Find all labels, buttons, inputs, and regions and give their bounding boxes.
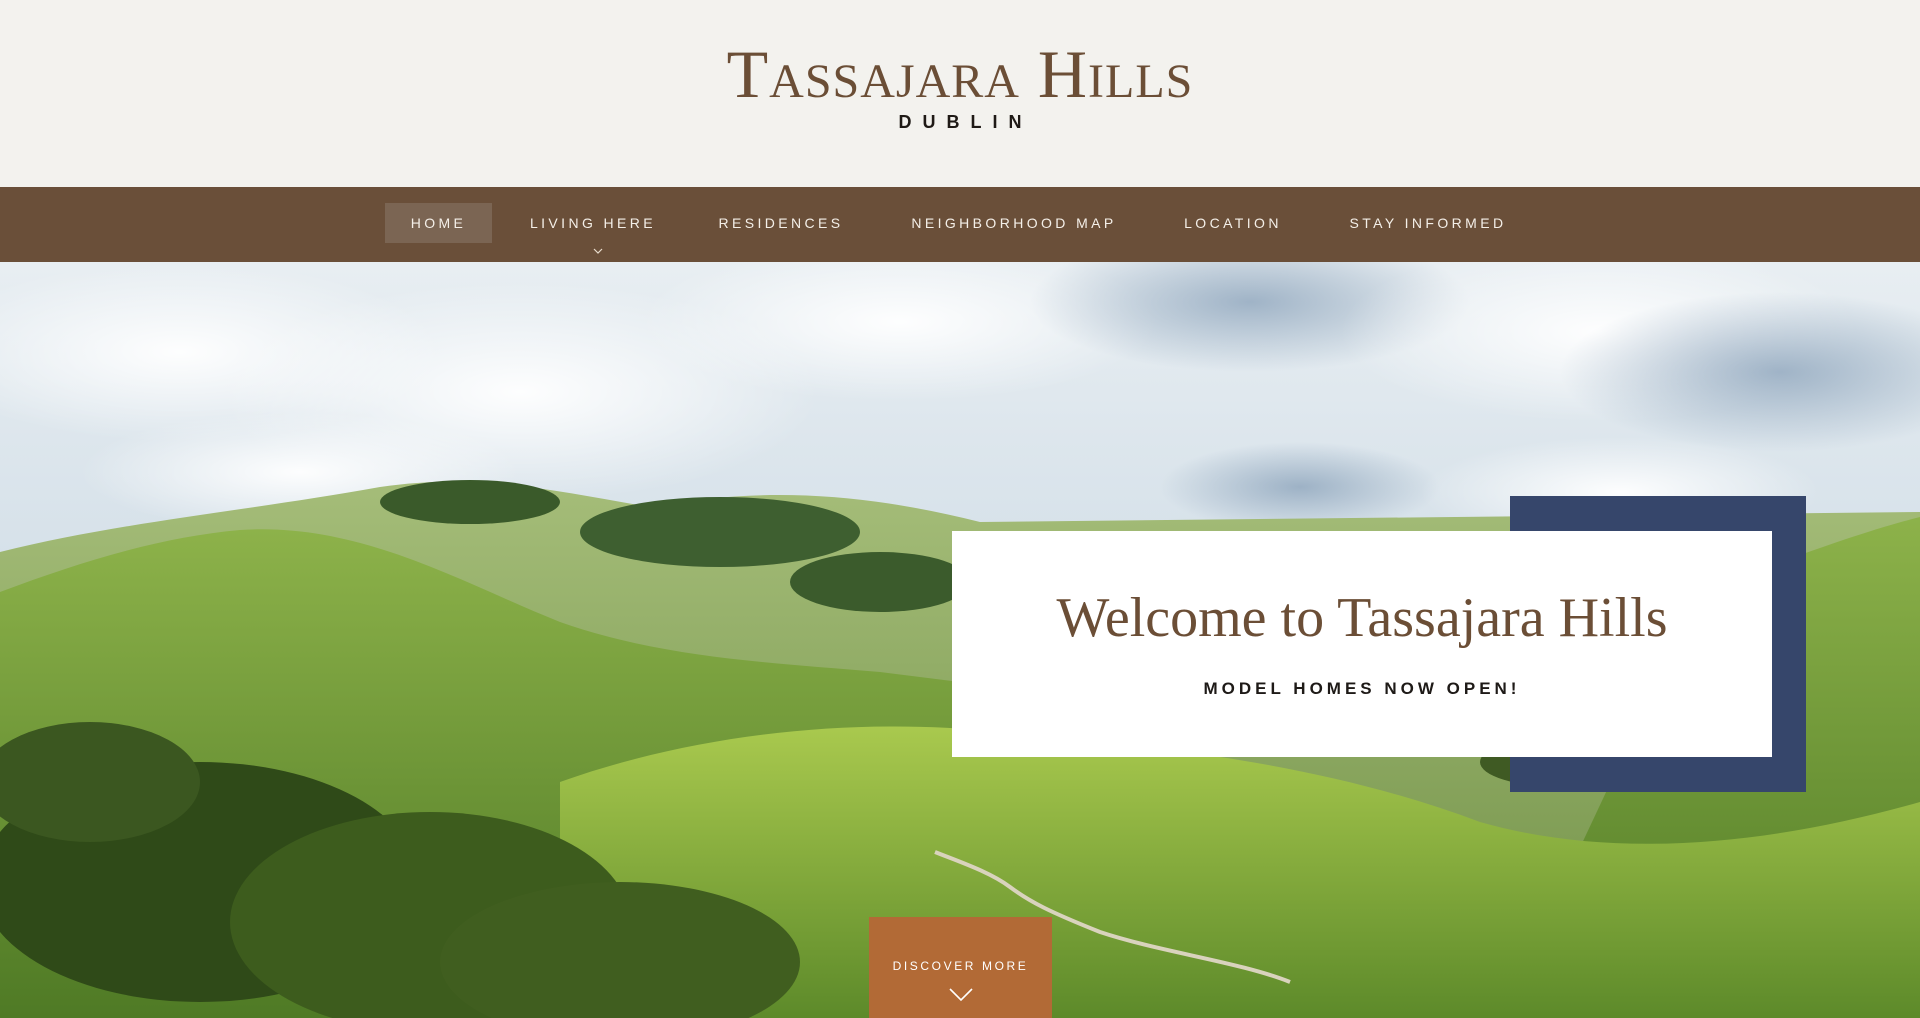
- welcome-subtitle: MODEL HOMES NOW OPEN!: [1203, 679, 1521, 698]
- discover-more-label: DISCOVER MORE: [892, 959, 1029, 973]
- nav-item-location[interactable]: LOCATION: [1170, 203, 1296, 243]
- logo-subtitle[interactable]: DUBLIN: [0, 112, 1920, 133]
- nav-item-living-here[interactable]: LIVING HERE: [516, 203, 670, 243]
- welcome-title: Welcome to Tassajara Hills: [1056, 587, 1668, 649]
- welcome-card: Welcome to Tassajara Hills MODEL HOMES N…: [952, 531, 1772, 757]
- chevron-down-icon: [593, 248, 603, 254]
- site-header: Tassajara Hills DUBLIN: [0, 0, 1920, 187]
- chevron-down-icon: [949, 988, 973, 1002]
- nav-item-neighborhood-map[interactable]: NEIGHBORHOOD MAP: [892, 203, 1136, 243]
- logo-title[interactable]: Tassajara Hills: [0, 36, 1920, 112]
- nav-item-stay-informed[interactable]: STAY INFORMED: [1335, 203, 1521, 243]
- nav-item-residences[interactable]: RESIDENCES: [706, 203, 856, 243]
- discover-more-button[interactable]: DISCOVER MORE: [869, 917, 1052, 1018]
- nav-item-home[interactable]: HOME: [385, 203, 492, 243]
- main-nav: HOME LIVING HERE RESIDENCES NEIGHBORHOOD…: [0, 187, 1920, 262]
